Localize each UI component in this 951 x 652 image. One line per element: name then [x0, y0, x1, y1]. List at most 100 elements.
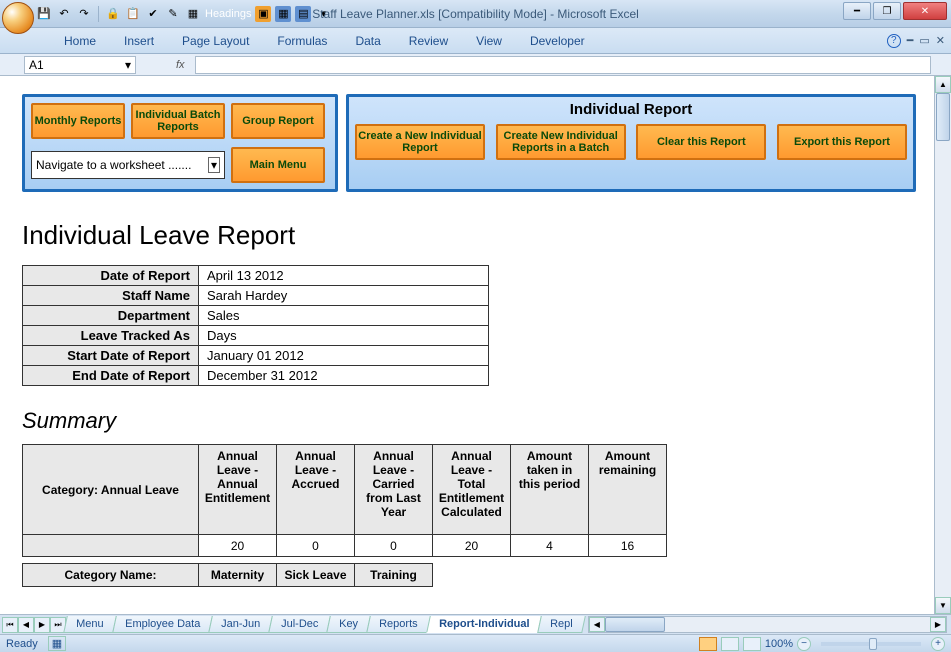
- table-row: Staff NameSarah Hardey: [23, 286, 489, 306]
- chevron-down-icon[interactable]: ▾: [125, 58, 131, 72]
- summary-col-header: Amount remaining: [589, 445, 667, 535]
- window-title: Staff Leave Planner.xls [Compatibility M…: [312, 7, 639, 21]
- scroll-down-button[interactable]: ▼: [935, 597, 951, 614]
- sheet-tab-repl[interactable]: Repl: [537, 616, 585, 633]
- qat-separator: [98, 6, 99, 22]
- save-icon[interactable]: 💾: [36, 6, 52, 22]
- create-new-individual-report-button[interactable]: Create a New Individual Report: [355, 124, 485, 160]
- info-label: Start Date of Report: [23, 346, 199, 366]
- summary-category-label: Category: Annual Leave: [23, 445, 199, 535]
- info-label: Department: [23, 306, 199, 326]
- export-report-button[interactable]: Export this Report: [777, 124, 907, 160]
- qat-headings-label[interactable]: Headings: [205, 8, 251, 20]
- close-button[interactable]: ✕: [903, 2, 947, 20]
- zoom-in-button[interactable]: +: [931, 637, 945, 651]
- page-layout-view-button[interactable]: [721, 637, 739, 651]
- status-ready: Ready: [6, 638, 38, 650]
- ribbon-tab-pagelayout[interactable]: Page Layout: [168, 30, 263, 52]
- report-info-table: Date of ReportApril 13 2012 Staff NameSa…: [22, 265, 489, 386]
- monthly-reports-button[interactable]: Monthly Reports: [31, 103, 125, 139]
- category-name-label: Category Name:: [23, 564, 199, 587]
- category-col: Sick Leave: [277, 564, 355, 587]
- create-new-batch-reports-button[interactable]: Create New Individual Reports in a Batch: [496, 124, 626, 160]
- main-menu-button[interactable]: Main Menu: [231, 147, 325, 183]
- table-row: Leave Tracked AsDays: [23, 326, 489, 346]
- report-heading: Individual Leave Report: [22, 220, 941, 251]
- info-label: End Date of Report: [23, 366, 199, 386]
- hscroll-thumb[interactable]: [605, 617, 665, 632]
- ribbon-tab-data[interactable]: Data: [341, 30, 394, 52]
- table-row: Start Date of ReportJanuary 01 2012: [23, 346, 489, 366]
- view-icon-3[interactable]: ▤: [295, 6, 311, 22]
- summary-value: 0: [355, 535, 433, 557]
- group-report-button[interactable]: Group Report: [231, 103, 325, 139]
- summary-col-header: Annual Leave - Annual Entitlement: [199, 445, 277, 535]
- navigate-worksheet-dropdown[interactable]: Navigate to a worksheet ....... ▾: [31, 151, 225, 179]
- horizontal-scrollbar[interactable]: ◀ ▶: [588, 616, 947, 633]
- formula-input[interactable]: [195, 56, 931, 74]
- redo-icon[interactable]: ↷: [76, 6, 92, 22]
- zoom-slider[interactable]: [821, 642, 921, 646]
- ribbon-tab-insert[interactable]: Insert: [110, 30, 168, 52]
- tool-icon-1[interactable]: 📋: [125, 6, 141, 22]
- ribbon-tab-formulas[interactable]: Formulas: [263, 30, 341, 52]
- zoom-slider-thumb[interactable]: [869, 638, 877, 650]
- sheet-tab-jan-jun[interactable]: Jan-Jun: [208, 616, 273, 633]
- name-box[interactable]: A1 ▾: [24, 56, 136, 74]
- tool-icon-3[interactable]: ✎: [165, 6, 181, 22]
- zoom-out-button[interactable]: −: [797, 637, 811, 651]
- worksheet-area: Monthly Reports Individual Batch Reports…: [0, 76, 951, 614]
- tool-icon-4[interactable]: ▦: [185, 6, 201, 22]
- normal-view-button[interactable]: [699, 637, 717, 651]
- individual-batch-reports-button[interactable]: Individual Batch Reports: [131, 103, 225, 139]
- sheet-tab-jul-dec[interactable]: Jul-Dec: [268, 616, 331, 633]
- sheet-tab-key[interactable]: Key: [326, 616, 371, 633]
- summary-value: 4: [511, 535, 589, 557]
- tab-first-button[interactable]: ⏮: [2, 617, 18, 633]
- summary-col-header: Annual Leave - Carried from Last Year: [355, 445, 433, 535]
- vertical-scrollbar[interactable]: ▲ ▼: [934, 76, 951, 614]
- ribbon-minimize-icon[interactable]: ━: [907, 34, 914, 47]
- view-icon-2[interactable]: ▦: [275, 6, 291, 22]
- view-icon-1[interactable]: ▣: [255, 6, 271, 22]
- undo-icon[interactable]: ↶: [56, 6, 72, 22]
- clear-report-button[interactable]: Clear this Report: [636, 124, 766, 160]
- office-button[interactable]: [2, 2, 34, 34]
- ribbon-tab-review[interactable]: Review: [395, 30, 462, 52]
- sheet-tab-reports[interactable]: Reports: [366, 616, 430, 633]
- chevron-down-icon[interactable]: ▾: [208, 157, 220, 173]
- ribbon-restore-icon[interactable]: ▭: [919, 34, 929, 47]
- maximize-button[interactable]: ❐: [873, 2, 901, 20]
- sheet-tab-menu[interactable]: Menu: [63, 616, 116, 633]
- scroll-up-button[interactable]: ▲: [935, 76, 951, 93]
- dropdown-value: Navigate to a worksheet .......: [36, 158, 191, 172]
- help-icon[interactable]: ?: [887, 34, 901, 48]
- zoom-level[interactable]: 100%: [765, 638, 793, 650]
- hscroll-left-button[interactable]: ◀: [589, 617, 605, 632]
- ribbon-tab-developer[interactable]: Developer: [516, 30, 599, 52]
- fx-icon[interactable]: fx: [176, 59, 185, 71]
- summary-value: 16: [589, 535, 667, 557]
- sheet-tab-report-individual[interactable]: Report-Individual: [426, 616, 542, 633]
- hscroll-right-button[interactable]: ▶: [930, 617, 946, 632]
- scroll-thumb[interactable]: [936, 93, 950, 141]
- info-label: Staff Name: [23, 286, 199, 306]
- ribbon-close-icon[interactable]: ✕: [936, 34, 945, 47]
- lock-icon[interactable]: 🔒: [105, 6, 121, 22]
- ribbon: Home Insert Page Layout Formulas Data Re…: [0, 28, 951, 54]
- ribbon-tab-view[interactable]: View: [462, 30, 516, 52]
- summary-col-header: Amount taken in this period: [511, 445, 589, 535]
- minimize-button[interactable]: ━: [843, 2, 871, 20]
- summary-col-header: Annual Leave - Total Entitlement Calcula…: [433, 445, 511, 535]
- tab-next-button[interactable]: ▶: [34, 617, 50, 633]
- ribbon-tab-home[interactable]: Home: [50, 30, 110, 52]
- tab-prev-button[interactable]: ◀: [18, 617, 34, 633]
- category-name-table: Category Name: Maternity Sick Leave Trai…: [22, 563, 433, 587]
- panel-title: Individual Report: [355, 101, 907, 118]
- tool-icon-2[interactable]: ✔: [145, 6, 161, 22]
- page-break-view-button[interactable]: [743, 637, 761, 651]
- summary-value: 0: [277, 535, 355, 557]
- sheet-tab-employee-data[interactable]: Employee Data: [112, 616, 213, 633]
- info-value: Sales: [199, 306, 489, 326]
- macro-record-icon[interactable]: ▦: [48, 636, 66, 651]
